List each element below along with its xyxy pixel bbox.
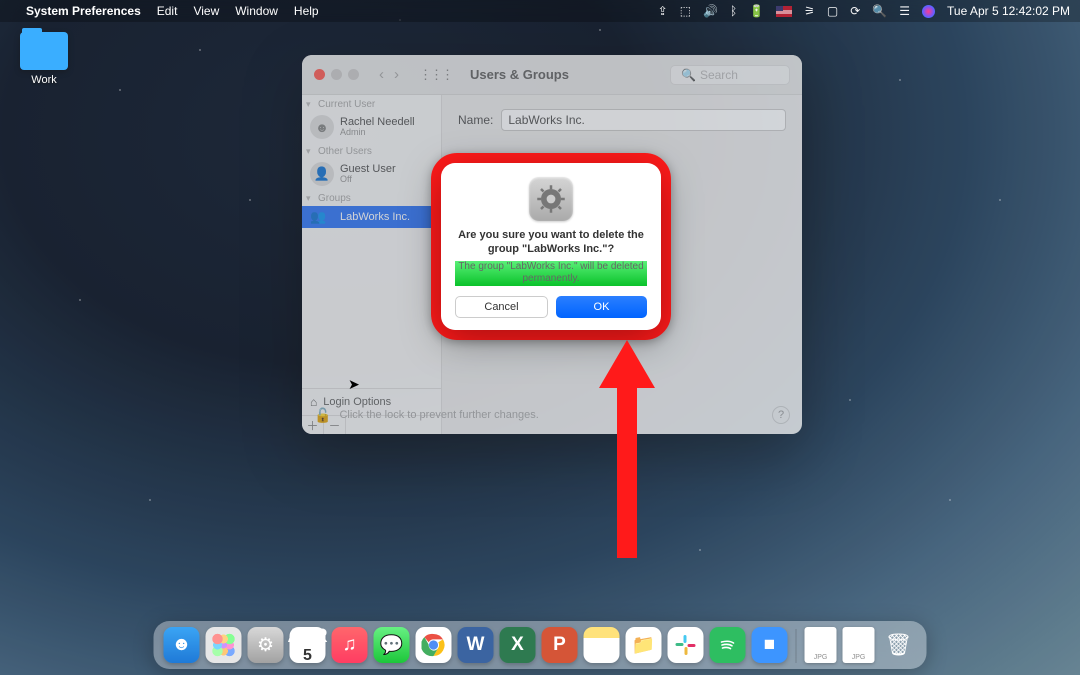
cursor-icon: ➤ — [348, 376, 360, 393]
dock-system-settings[interactable]: ⚙ — [248, 627, 284, 663]
search-field[interactable]: 🔍 Search — [670, 65, 790, 85]
help-button[interactable]: ? — [772, 406, 790, 424]
dropbox-icon[interactable]: ⇪ — [658, 4, 668, 18]
avatar-icon: ☻ — [310, 115, 334, 139]
dock-notes[interactable] — [584, 627, 620, 663]
ok-button[interactable]: OK — [556, 296, 647, 318]
app-name[interactable]: System Preferences — [26, 4, 141, 18]
group-name: LabWorks Inc. — [340, 211, 410, 223]
control-center-icon[interactable]: ☰ — [899, 4, 910, 18]
package-icon[interactable]: ⬚ — [680, 4, 691, 18]
siri-icon[interactable] — [922, 5, 935, 18]
user-role: Admin — [340, 128, 415, 138]
dock-file-jpg-1[interactable]: JPG — [805, 627, 837, 663]
menu-edit[interactable]: Edit — [157, 4, 178, 18]
dock-chrome[interactable] — [416, 627, 452, 663]
name-input[interactable] — [501, 109, 786, 131]
zoom-button[interactable] — [348, 69, 359, 80]
cancel-button[interactable]: Cancel — [455, 296, 548, 318]
folder-icon — [20, 32, 68, 70]
cal-day: 5 — [303, 648, 312, 664]
name-label: Name: — [458, 113, 493, 127]
menubar: System Preferences Edit View Window Help… — [0, 0, 1080, 22]
sync-icon[interactable]: ⟳ — [850, 4, 860, 18]
grid-icon[interactable]: ⋮⋮⋮ — [419, 67, 452, 83]
close-button[interactable] — [314, 69, 325, 80]
user-role: Off — [340, 175, 396, 185]
lock-row: 🔓 Click the lock to prevent further chan… — [314, 406, 790, 424]
dock-messages[interactable]: 💬 — [374, 627, 410, 663]
dock-zoom[interactable]: ■ — [752, 627, 788, 663]
dock-finder[interactable]: ☻ — [164, 627, 200, 663]
minimize-button[interactable] — [331, 69, 342, 80]
avatar-icon: 👤 — [310, 162, 334, 186]
delete-confirmation-dialog: Are you sure you want to delete the grou… — [441, 163, 661, 330]
dock-calendar[interactable]: APR 5 — [290, 627, 326, 663]
dock-files[interactable]: 📁 — [626, 627, 662, 663]
menu-view[interactable]: View — [193, 4, 219, 18]
dock-excel[interactable]: X — [500, 627, 536, 663]
section-current-user: Current User — [302, 95, 441, 112]
clock[interactable]: Tue Apr 5 12:42:02 PM — [947, 4, 1070, 18]
desktop-folder-work[interactable]: Work — [12, 32, 76, 86]
dock-music[interactable]: ♫ — [332, 627, 368, 663]
dock-powerpoint[interactable]: P — [542, 627, 578, 663]
lock-hint: Click the lock to prevent further change… — [339, 409, 538, 421]
bluetooth-icon[interactable]: ᛒ — [730, 4, 737, 18]
dialog-buttons: Cancel OK — [455, 296, 647, 318]
input-flag-icon[interactable] — [776, 6, 792, 17]
annotation-arrow — [597, 340, 657, 560]
dialog-message: The group "LabWorks Inc." will be delete… — [455, 261, 647, 286]
syspref-app-icon — [529, 177, 573, 221]
battery-icon[interactable]: 🔋 — [749, 4, 764, 18]
menu-help[interactable]: Help — [294, 4, 319, 18]
menubar-right: ⇪ ⬚ 🔊 ᛒ 🔋 ⚞ ▢ ⟳ 🔍 ☰ Tue Apr 5 12:42:02 P… — [658, 4, 1070, 18]
delete-confirmation-dialog-wrap: Are you sure you want to delete the grou… — [441, 163, 661, 330]
dock-word[interactable]: W — [458, 627, 494, 663]
titlebar: ‹ › ⋮⋮⋮ Users & Groups 🔍 Search — [302, 55, 802, 95]
dock-slack[interactable] — [668, 627, 704, 663]
dock-trash[interactable]: 🗑 — [881, 627, 917, 663]
section-other-users: Other Users — [302, 142, 441, 159]
forward-button[interactable]: › — [390, 66, 403, 83]
sidebar-current-user[interactable]: ☻ Rachel Needell Admin — [302, 112, 441, 142]
search-placeholder: Search — [700, 68, 738, 82]
dock: ☻ ⚙ APR 5 ♫ 💬 W X P 📁 ■ JPG JPG 🗑 — [154, 621, 927, 669]
dock-spotify[interactable] — [710, 627, 746, 663]
search-icon: 🔍 — [681, 68, 696, 82]
volume-icon[interactable]: 🔊 — [703, 4, 718, 18]
dialog-title: Are you sure you want to delete the grou… — [455, 229, 647, 257]
sidebar-group-labworks[interactable]: 👥 LabWorks Inc. — [302, 206, 441, 228]
dock-file-jpg-2[interactable]: JPG — [843, 627, 875, 663]
nav-buttons: ‹ › — [375, 66, 403, 83]
section-groups: Groups — [302, 189, 441, 206]
folder-label: Work — [12, 74, 76, 86]
menu-window[interactable]: Window — [235, 4, 278, 18]
dock-launchpad[interactable] — [206, 627, 242, 663]
back-button[interactable]: ‹ — [375, 66, 388, 83]
wifi-icon[interactable]: ⚞ — [804, 4, 815, 18]
sidebar-guest-user[interactable]: 👤 Guest User Off — [302, 159, 441, 189]
traffic-lights — [314, 69, 359, 80]
group-icon: 👥 — [310, 209, 334, 225]
spotlight-icon[interactable]: 🔍 — [872, 4, 887, 18]
cal-month: APR — [287, 626, 327, 648]
airplay-icon[interactable]: ▢ — [827, 4, 838, 18]
name-field-row: Name: — [458, 109, 786, 131]
lock-icon[interactable]: 🔓 — [314, 407, 331, 424]
dock-separator — [796, 629, 797, 663]
sidebar: Current User ☻ Rachel Needell Admin Othe… — [302, 95, 442, 434]
menubar-left: System Preferences Edit View Window Help — [10, 4, 319, 18]
window-title: Users & Groups — [470, 67, 569, 82]
